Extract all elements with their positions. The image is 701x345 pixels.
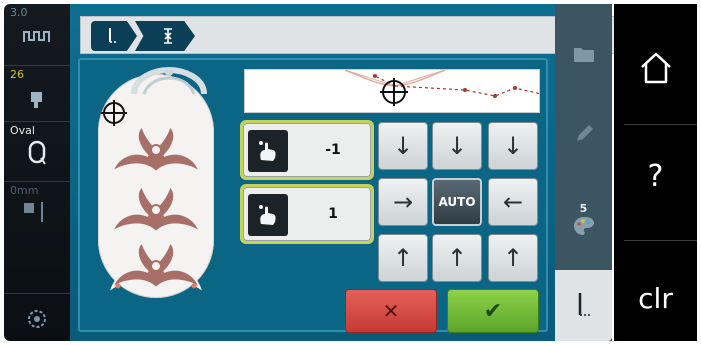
pencil-icon: [576, 125, 593, 141]
arrow-right-icon: →: [392, 188, 414, 216]
move-up-left-button[interactable]: ↑: [378, 234, 428, 282]
arrow-up-icon: ↑: [502, 244, 524, 272]
close-icon: ✕: [382, 299, 400, 323]
tab-edit[interactable]: [555, 104, 612, 164]
colors-count: 5: [579, 201, 588, 215]
tension-cell[interactable]: 26: [4, 66, 70, 122]
tab-colors[interactable]: 5: [555, 184, 612, 254]
hoop-name: Oval: [10, 124, 35, 137]
move-up-button[interactable]: ↑: [432, 234, 482, 282]
auto-button[interactable]: AUTO: [432, 178, 482, 226]
vertical-shift-field[interactable]: 1: [240, 184, 374, 244]
flourish-motif: [109, 240, 203, 291]
bobbin-icon[interactable]: [4, 308, 70, 334]
presser-foot-icon: [4, 90, 70, 114]
hoop-cell[interactable]: Oval: [4, 122, 70, 182]
stitch-width-value: 3.0: [10, 6, 28, 19]
arrow-left-icon: ←: [502, 188, 524, 216]
checkmark-icon: ✔: [483, 298, 503, 324]
system-bar: ? clr: [614, 4, 697, 341]
arrow-up-icon: ↑: [392, 244, 414, 272]
crosshair-icon[interactable]: [100, 99, 128, 127]
crown-motif: [131, 66, 207, 95]
move-down-button[interactable]: ↓: [432, 122, 482, 170]
vertical-shift-value: 1: [328, 206, 338, 222]
needle-stitch-icon: [578, 292, 590, 316]
tab-stitch[interactable]: [555, 270, 612, 341]
status-strip: 3.0 26 Oval 0mm: [4, 4, 70, 341]
tab-folder[interactable]: [555, 24, 612, 84]
tension-value: 26: [10, 68, 24, 81]
flourish-motif: [109, 184, 203, 235]
crosshair-icon: [380, 78, 408, 106]
arrow-up-icon: ↑: [446, 244, 468, 272]
cancel-button[interactable]: ✕: [345, 289, 437, 333]
home-icon: [640, 52, 671, 84]
move-up-right-button[interactable]: ↑: [488, 234, 538, 282]
confirm-button[interactable]: ✔: [447, 289, 539, 333]
divider: [624, 240, 697, 241]
needle-icon: [4, 200, 70, 228]
flourish-motif: [109, 124, 203, 175]
breadcrumb-stitch-icon[interactable]: [91, 21, 137, 51]
folder-icon: [573, 48, 594, 62]
multifunction-knob-icon: [248, 194, 288, 236]
palette-icon: [573, 216, 594, 235]
breadcrumb: [80, 16, 620, 54]
needle-position-value: 0mm: [10, 184, 39, 197]
horizontal-shift-field[interactable]: -1: [240, 120, 374, 180]
clear-button[interactable]: clr: [614, 256, 697, 340]
arrow-down-icon: ↓: [502, 132, 524, 160]
needle-position-cell[interactable]: 0mm: [4, 182, 70, 294]
help-button[interactable]: ?: [614, 134, 697, 218]
home-button[interactable]: [614, 26, 697, 110]
arrow-down-icon: ↓: [392, 132, 414, 160]
stitch-width-cell[interactable]: 3.0: [4, 4, 70, 66]
multifunction-knob-icon: [248, 130, 288, 172]
arrow-down-icon: ↓: [446, 132, 468, 160]
move-right-button[interactable]: →: [378, 178, 428, 226]
oval-hoop-icon: [4, 140, 70, 170]
tab-column: 5: [555, 4, 612, 341]
move-left-button[interactable]: ←: [488, 178, 538, 226]
divider: [624, 124, 697, 125]
breadcrumb-position-icon[interactable]: [135, 21, 195, 51]
stitch-pattern-icon: [4, 26, 70, 50]
horizontal-shift-value: -1: [325, 142, 341, 158]
move-down-right-button[interactable]: ↓: [488, 122, 538, 170]
move-down-left-button[interactable]: ↓: [378, 122, 428, 170]
stitch-position-preview: [244, 69, 540, 113]
